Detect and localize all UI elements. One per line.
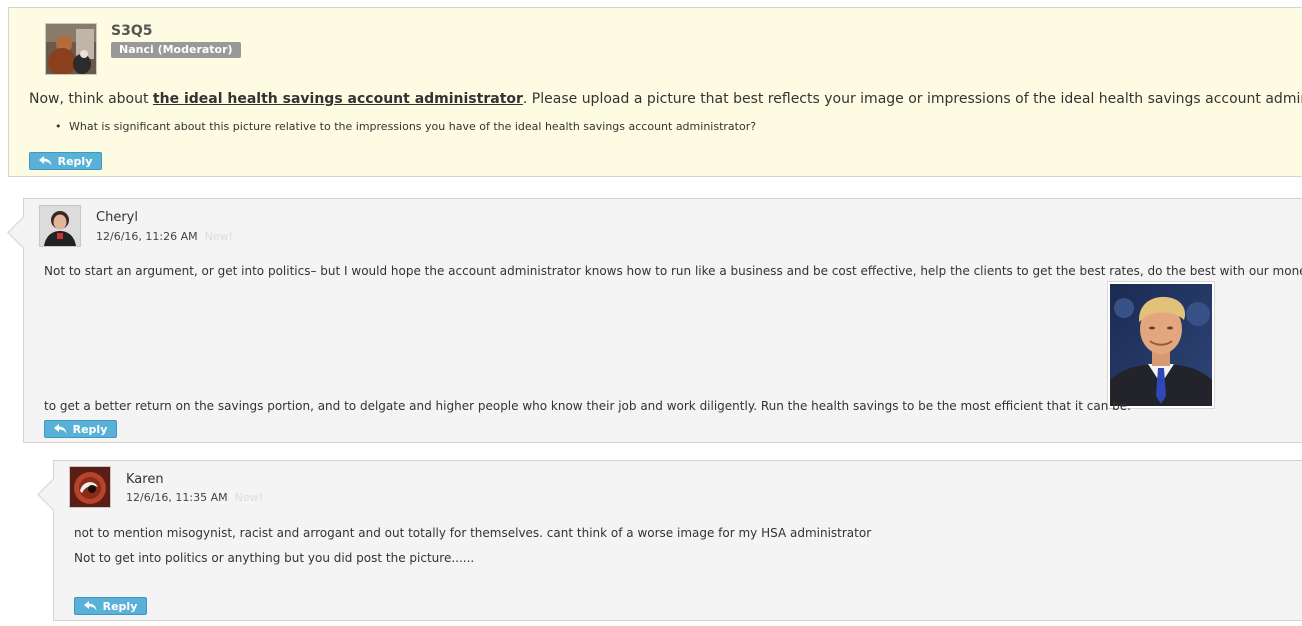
question-title: S3Q5 [111,23,153,39]
reply-label: Reply [72,422,108,436]
reply-notch [7,216,40,249]
cheryl-reply-button[interactable]: Reply [44,420,117,438]
cheryl-text-line-2: to get a better return on the savings po… [44,399,1131,413]
uploaded-picture[interactable] [1107,281,1215,409]
timestamp-text: 12/6/16, 11:35 AM [126,491,228,504]
moderator-avatar [45,23,97,75]
question-text: Now, think about the ideal health saving… [29,91,1302,107]
question-reply-button[interactable]: Reply [29,152,102,170]
karen-author-name: Karen [126,472,164,487]
reply-arrow-icon [83,601,97,611]
question-bullet: What is significant about this picture r… [55,120,756,133]
reply-label: Reply [57,154,93,168]
moderator-badge: Nanci (Moderator) [111,42,241,58]
new-label: New! [234,491,264,504]
reply-notch [37,478,70,511]
new-label: New! [204,230,234,243]
timestamp-text: 12/6/16, 11:26 AM [96,230,198,243]
cheryl-author-name: Cheryl [96,210,138,225]
karen-text-line-2: Not to get into politics or anything but… [74,551,475,565]
question-text-before: Now, think about [29,91,153,107]
cheryl-text-line-1: Not to start an argument, or get into po… [44,264,1302,278]
karen-reply-button[interactable]: Reply [74,597,147,615]
cheryl-avatar [39,205,81,247]
reply-label: Reply [102,599,138,613]
karen-avatar [69,466,111,508]
question-topic-link[interactable]: the ideal health savings account adminis… [153,91,523,107]
reply-post-cheryl: Cheryl 12/6/16, 11:26 AM New! Not to star… [7,198,1302,443]
reply-arrow-icon [38,156,52,166]
reply-post-karen: Karen 12/6/16, 11:35 AM New! not to menti… [37,460,1302,621]
karen-text-line-1: not to mention misogynist, racist and ar… [74,526,872,540]
karen-timestamp: 12/6/16, 11:35 AM New! [126,491,263,504]
cheryl-timestamp: 12/6/16, 11:26 AM New! [96,230,233,243]
question-post: S3Q5 Nanci (Moderator) Now, think about … [8,7,1302,177]
question-text-after: . Please upload a picture that best refl… [522,91,1302,107]
reply-arrow-icon [53,424,67,434]
